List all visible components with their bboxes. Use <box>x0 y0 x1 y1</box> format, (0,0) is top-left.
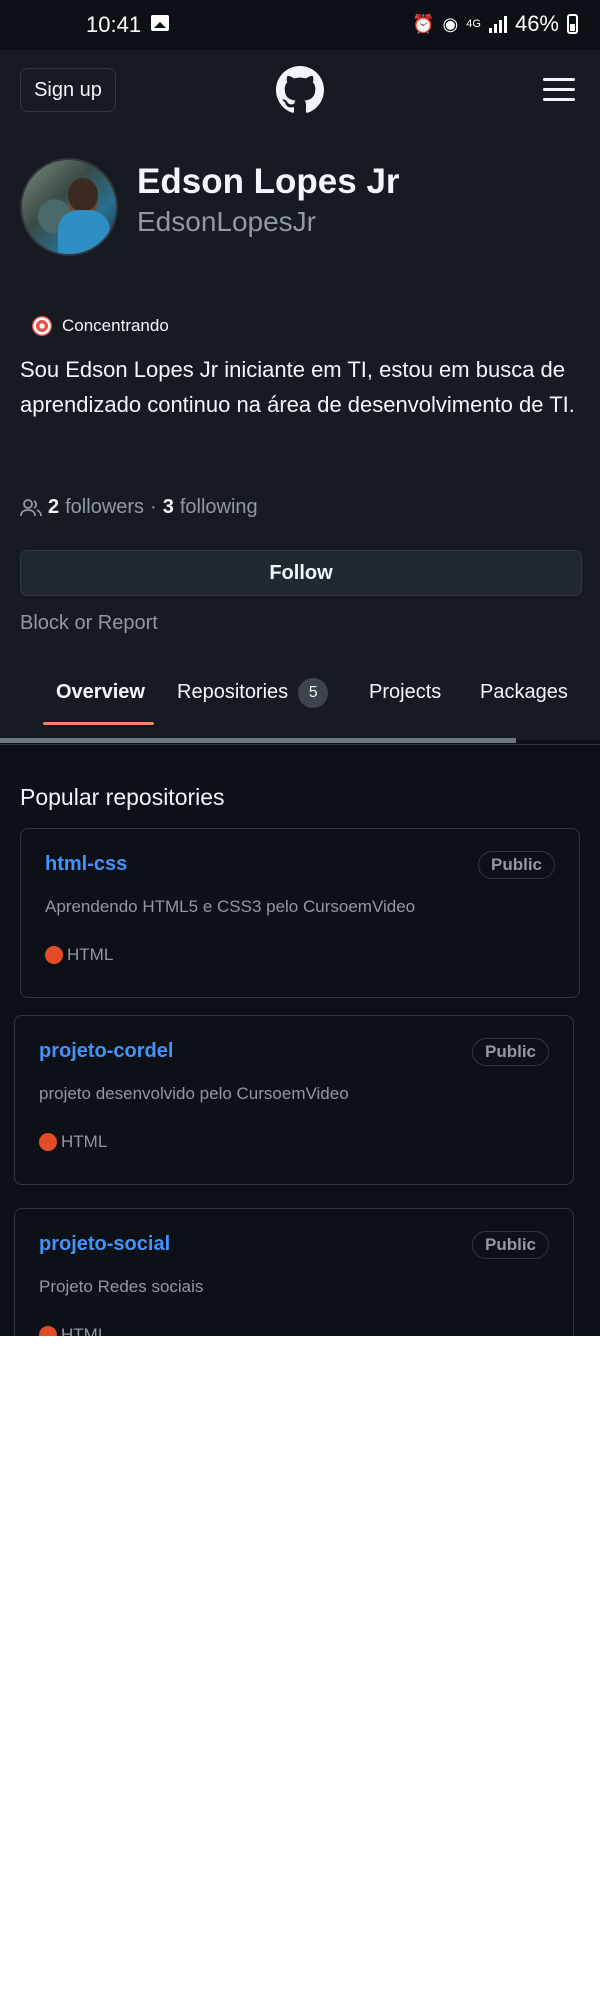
status-icons: ⏰ ◉ 4G 46% <box>412 11 578 37</box>
profile-bio: Sou Edson Lopes Jr iniciante em TI, esto… <box>20 357 575 417</box>
repo-card: html-css Public Aprendendo HTML5 e CSS3 … <box>20 828 580 998</box>
profile-name: Edson Lopes Jr <box>137 162 400 201</box>
repo-name-link[interactable]: projeto-social <box>39 1233 170 1256</box>
followers-count[interactable]: 2 <box>48 496 59 519</box>
repo-language: HTML <box>39 1132 107 1152</box>
following-label[interactable]: following <box>180 496 258 519</box>
tab-projects-label: Projects <box>369 681 442 703</box>
user-status[interactable]: Concentrando <box>32 316 169 336</box>
network-type-icon: 4G <box>466 18 481 30</box>
status-bar: 10:41 ⏰ ◉ 4G 46% <box>0 0 600 50</box>
hotspot-icon: ◉ <box>442 14 459 34</box>
repo-card: projeto-social Public Projeto Redes soci… <box>14 1208 574 1336</box>
tab-overview[interactable]: Overview <box>56 672 145 712</box>
battery-percent: 46% <box>514 11 559 36</box>
repo-card: projeto-cordel Public projeto desenvolvi… <box>14 1015 574 1185</box>
tab-projects[interactable]: Projects <box>369 672 441 712</box>
tabs-scrollbar[interactable] <box>0 738 516 743</box>
alarm-icon: ⏰ <box>412 14 435 34</box>
followers-label[interactable]: followers <box>65 496 144 519</box>
image-notification-icon <box>151 15 169 31</box>
visibility-badge: Public <box>471 1038 549 1066</box>
repo-description: Aprendendo HTML5 e CSS3 pelo CursoemVide… <box>45 897 416 916</box>
repositories-count-badge: 5 <box>298 677 329 708</box>
repo-language-label: HTML <box>61 1132 108 1151</box>
status-time: 10:41 <box>86 12 142 37</box>
visibility-badge: Public <box>471 1231 549 1259</box>
tab-overview-label: Overview <box>56 681 145 703</box>
hamburger-menu-icon[interactable] <box>543 78 575 102</box>
block-or-report-link[interactable]: Block or Report <box>20 612 158 635</box>
user-status-text: Concentrando <box>62 316 169 335</box>
repo-name-link[interactable]: projeto-cordel <box>39 1040 173 1063</box>
target-icon <box>32 316 52 336</box>
repo-language-label: HTML <box>67 945 114 964</box>
repo-description: Projeto Redes sociais <box>39 1277 204 1296</box>
profile-tabs: Overview Repositories 5 Projects Packages <box>0 660 600 742</box>
tab-repositories[interactable]: Repositories 5 <box>177 672 329 712</box>
site-header: Sign up <box>0 50 600 130</box>
follow-separator: · <box>150 496 157 518</box>
sign-up-button[interactable]: Sign up <box>20 68 116 112</box>
profile-card: Edson Lopes Jr EdsonLopesJr Concentrando… <box>0 130 600 740</box>
tabs-divider <box>0 744 600 745</box>
avatar-face <box>68 178 98 212</box>
avatar[interactable] <box>20 158 118 256</box>
people-icon <box>20 498 42 516</box>
profile-login: EdsonLopesJr <box>137 206 317 237</box>
visibility-badge: Public <box>477 851 555 879</box>
tab-packages[interactable]: Packages <box>480 672 568 712</box>
repo-description: projeto desenvolvido pelo CursoemVideo <box>39 1084 349 1103</box>
avatar-body <box>58 210 110 254</box>
popular-repositories-heading: Popular repositories <box>20 784 225 810</box>
signal-icon <box>488 15 507 33</box>
tab-packages-label: Packages <box>480 681 568 703</box>
language-color-dot <box>39 1133 57 1151</box>
battery-icon <box>567 14 578 34</box>
repo-language-label: HTML <box>61 1325 108 1336</box>
language-color-dot <box>39 1326 57 1336</box>
tab-repositories-label: Repositories <box>177 681 289 703</box>
follow-stats: 2 followers · 3 following <box>20 496 258 519</box>
follow-button[interactable]: Follow <box>20 550 582 596</box>
github-logo-icon[interactable] <box>276 66 324 114</box>
repo-name-link[interactable]: html-css <box>45 853 127 876</box>
following-count[interactable]: 3 <box>163 496 174 519</box>
repo-language: HTML <box>39 1325 107 1336</box>
phone-screen: 10:41 ⏰ ◉ 4G 46% Sign up Edson Lopes Jr … <box>0 0 600 1336</box>
repo-language: HTML <box>45 945 113 965</box>
active-tab-indicator <box>43 722 154 725</box>
language-color-dot <box>45 946 63 964</box>
